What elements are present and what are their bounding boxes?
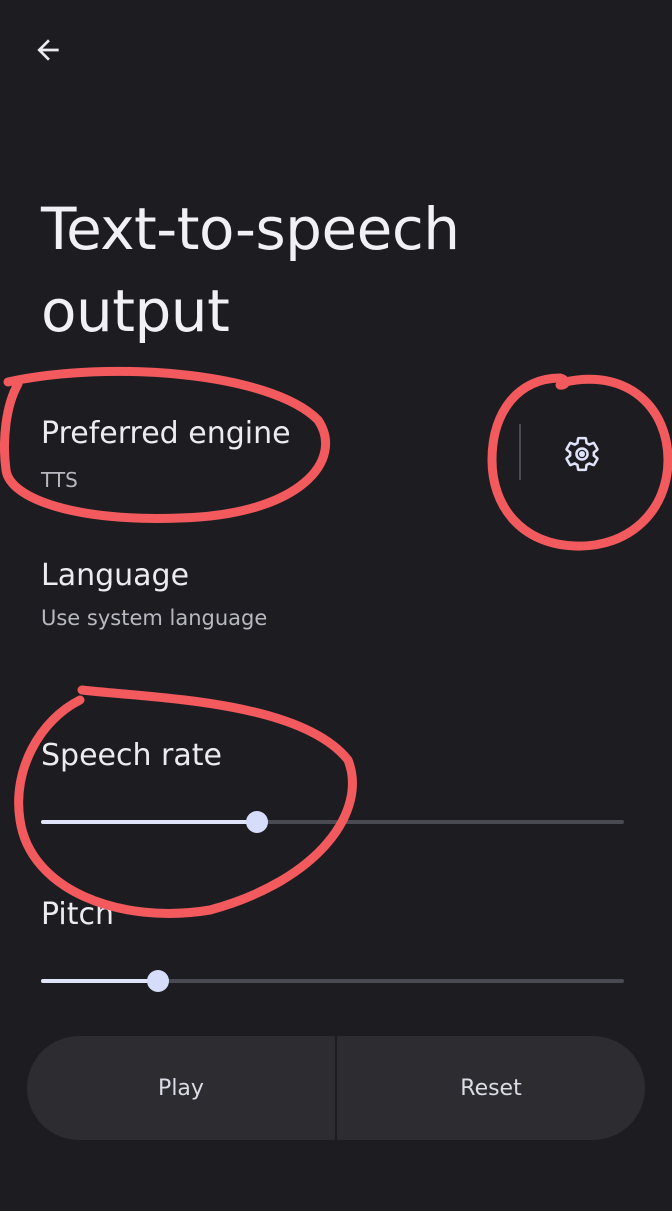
back-button[interactable] (24, 28, 72, 72)
slider-thumb[interactable] (146, 970, 169, 992)
language-value: Use system language (41, 606, 268, 630)
engine-settings-button[interactable] (552, 424, 612, 484)
slider-fill (41, 820, 257, 824)
page-title: Text-to-speech output (41, 195, 460, 345)
slider-thumb[interactable] (245, 811, 268, 833)
language-label: Language (41, 558, 190, 593)
play-button[interactable]: Play (27, 1036, 335, 1140)
preferred-engine-item[interactable]: Preferred engine TTS (0, 398, 515, 508)
vertical-divider (519, 424, 521, 480)
pitch-slider[interactable] (41, 966, 624, 996)
speech-rate-label: Speech rate (41, 738, 222, 773)
pitch-label: Pitch (41, 897, 115, 932)
preferred-engine-label: Preferred engine (41, 416, 291, 451)
speech-rate-slider[interactable] (41, 807, 624, 837)
reset-button[interactable]: Reset (337, 1036, 645, 1140)
slider-fill (41, 979, 158, 983)
arrow-left-icon (37, 39, 59, 61)
action-bar: Play Reset (27, 1036, 645, 1140)
language-item[interactable]: Language Use system language (0, 540, 672, 650)
preferred-engine-value: TTS (41, 468, 78, 492)
annotation-circle-speech-rate (14, 685, 357, 918)
gear-icon (565, 436, 599, 472)
